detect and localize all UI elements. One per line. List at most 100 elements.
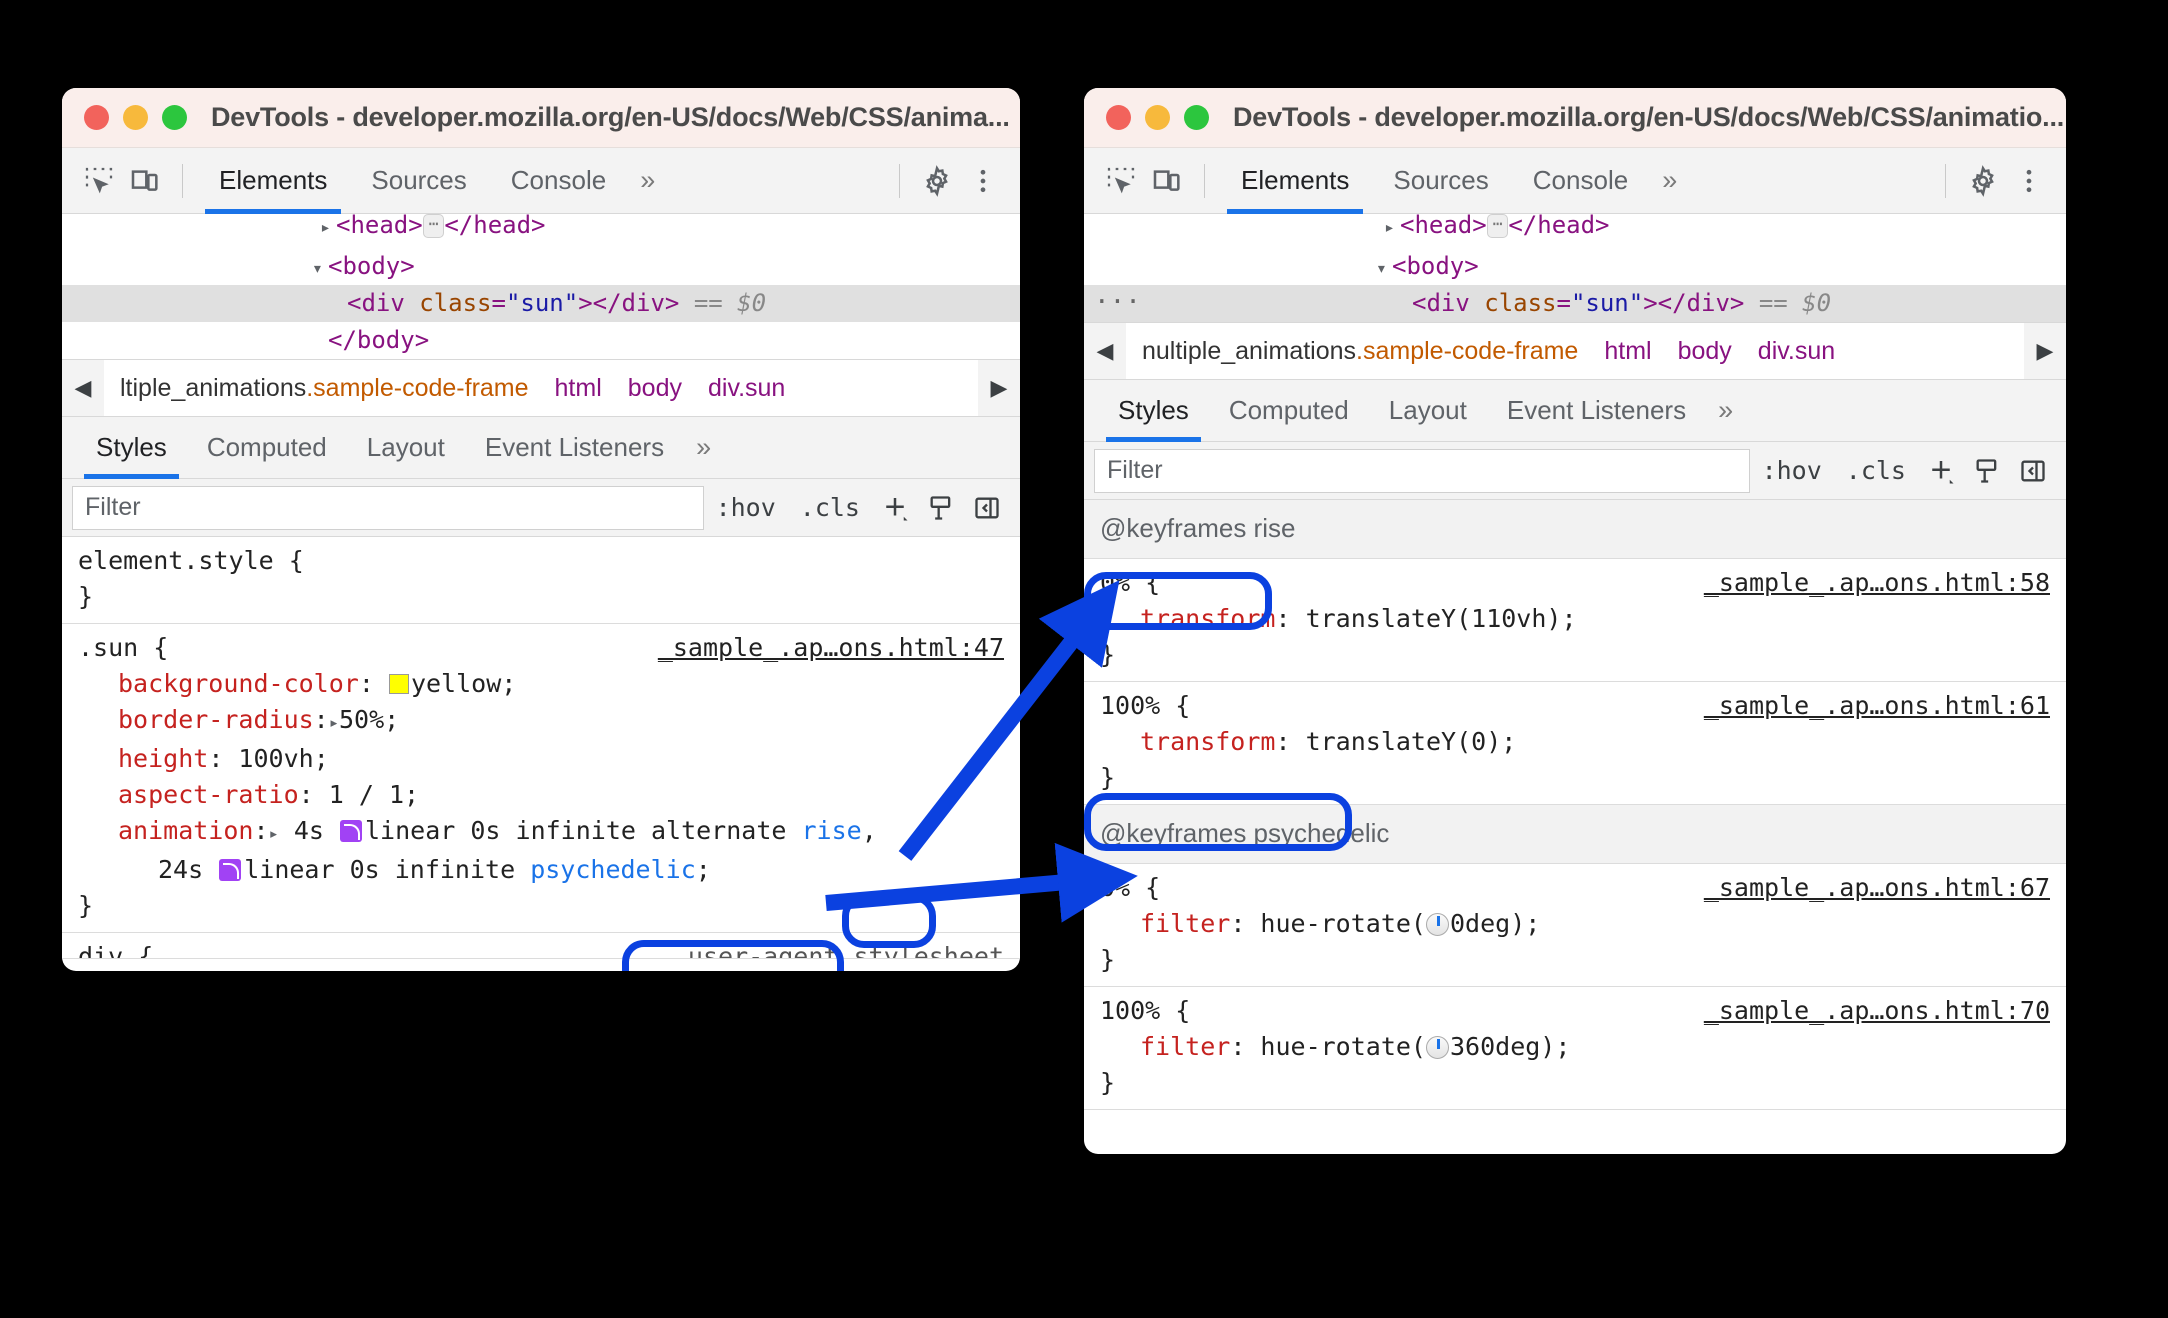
property-name[interactable]: filter xyxy=(1140,1032,1230,1061)
declaration-animation-continuation[interactable]: 24s linear 0s infinite psychedelic; xyxy=(62,852,1020,888)
dom-row-body-close[interactable]: </body> xyxy=(62,322,1020,359)
breadcrumb-left[interactable]: ◀ ltiple_animations.sample-code-frame ht… xyxy=(62,359,1020,417)
expand-shorthand-icon[interactable]: ▸ xyxy=(329,713,339,733)
plus-new-rule-icon[interactable] xyxy=(1918,449,1964,493)
pane-tab-styles[interactable]: Styles xyxy=(76,417,187,479)
close-window-button[interactable] xyxy=(1106,105,1131,130)
pane-tab-computed[interactable]: Computed xyxy=(1209,380,1369,441)
title-bar-left[interactable]: DevTools - developer.mozilla.org/en-US/d… xyxy=(62,88,1020,148)
devtools-toolbar-right[interactable]: Elements Sources Console » xyxy=(1084,148,2066,214)
easing-curve-icon[interactable] xyxy=(340,820,362,842)
more-tabs-chevron-icon[interactable]: » xyxy=(1650,165,1689,196)
declaration-border-radius[interactable]: border-radius:▸50%; xyxy=(62,702,1020,741)
pane-tab-computed[interactable]: Computed xyxy=(187,417,347,478)
pane-tab-styles[interactable]: Styles xyxy=(1098,380,1209,442)
angle-dial-icon[interactable] xyxy=(1426,1036,1449,1059)
property-name[interactable]: background-color xyxy=(118,669,359,698)
tab-sources[interactable]: Sources xyxy=(349,148,488,213)
declaration-height[interactable]: height: 100vh; xyxy=(62,741,1020,777)
maximize-window-button[interactable] xyxy=(162,105,187,130)
gear-icon[interactable] xyxy=(914,158,960,204)
declaration-transform[interactable]: transform: translateY(110vh); xyxy=(1084,601,2066,637)
property-value[interactable]: 1 / 1 xyxy=(329,780,404,809)
property-value[interactable]: yellow xyxy=(411,669,501,698)
breadcrumb-item-div-sun[interactable]: div.sun xyxy=(1758,337,1835,366)
device-toolbar-icon[interactable] xyxy=(1144,158,1190,204)
devtools-window-right[interactable]: DevTools - developer.mozilla.org/en-US/d… xyxy=(1084,88,2066,1154)
breadcrumb-item-frame[interactable]: ltiple_animations.sample-code-frame xyxy=(120,374,529,403)
dom-row-div-sun[interactable]: ··· <div class="sun"></div> == $0 xyxy=(1084,285,2066,322)
property-name[interactable]: height xyxy=(118,744,208,773)
inspect-element-icon[interactable] xyxy=(76,158,122,204)
collapsed-content-badge[interactable]: ⋯ xyxy=(422,214,445,238)
rule-sun[interactable]: .sun { _sample_.ap…ons.html:47 backgroun… xyxy=(62,624,1020,933)
toolbar-right-left[interactable] xyxy=(885,158,1006,204)
tab-console[interactable]: Console xyxy=(1511,148,1650,213)
pane-tab-event-listeners[interactable]: Event Listeners xyxy=(1487,380,1706,441)
declaration-filter[interactable]: filter: hue-rotate(0deg); xyxy=(1084,906,2066,942)
styles-filter-bar-right[interactable]: :hov .cls xyxy=(1084,442,2066,500)
keyframes-rise-header[interactable]: @keyframes rise xyxy=(1084,500,2066,559)
keyframe-selector[interactable]: 0% { _sample_.ap…ons.html:58 xyxy=(1084,565,2066,601)
keyframe-psychedelic-0[interactable]: 0% { _sample_.ap…ons.html:67 filter: hue… xyxy=(1084,864,2066,987)
collapse-triangle-icon[interactable]: ▾ xyxy=(312,250,328,287)
toggle-sidebar-icon[interactable] xyxy=(964,486,1010,530)
devtools-toolbar-left[interactable]: Elements Sources Console » xyxy=(62,148,1020,214)
close-window-button[interactable] xyxy=(84,105,109,130)
kebab-menu-icon[interactable] xyxy=(960,158,1006,204)
print-styles-icon[interactable] xyxy=(918,486,964,530)
pane-more-tabs-chevron-icon[interactable]: » xyxy=(684,432,723,463)
panel-tabs-right[interactable]: Elements Sources Console » xyxy=(1219,148,1689,214)
property-name[interactable]: transform xyxy=(1140,727,1275,756)
expand-triangle-icon[interactable]: ▸ xyxy=(1384,218,1400,238)
styles-filter-bar-left[interactable]: :hov .cls xyxy=(62,479,1020,537)
plus-new-rule-icon[interactable] xyxy=(872,486,918,530)
pane-tab-layout[interactable]: Layout xyxy=(1369,380,1487,441)
hov-toggle-button[interactable]: :hov xyxy=(1750,456,1834,485)
rule-element-style[interactable]: element.style { } xyxy=(62,537,1020,624)
declaration-filter[interactable]: filter: hue-rotate(360deg); xyxy=(1084,1029,2066,1065)
window-controls-right[interactable] xyxy=(1106,105,1209,130)
filter-input[interactable] xyxy=(1094,448,1750,493)
breadcrumb-item-div-sun[interactable]: div.sun xyxy=(708,374,785,403)
cls-toggle-button[interactable]: .cls xyxy=(788,493,872,522)
print-styles-icon[interactable] xyxy=(1964,449,2010,493)
rule-source-link[interactable]: _sample_.ap…ons.html:61 xyxy=(1704,688,2050,724)
hov-toggle-button[interactable]: :hov xyxy=(704,493,788,522)
minimize-window-button[interactable] xyxy=(1145,105,1170,130)
breadcrumb-back-icon[interactable]: ◀ xyxy=(1084,338,1126,364)
dom-row-div-sun[interactable]: <div class="sun"></div> == $0 xyxy=(62,285,1020,322)
collapse-triangle-icon[interactable]: ▾ xyxy=(1376,250,1392,287)
breadcrumb-right[interactable]: ◀ nultiple_animations.sample-code-frame … xyxy=(1084,322,2066,380)
dom-row-body-open[interactable]: ▾ <body> xyxy=(1084,248,2066,285)
property-name[interactable]: border-radius xyxy=(118,705,314,734)
tab-sources[interactable]: Sources xyxy=(1371,148,1510,213)
angle-dial-icon[interactable] xyxy=(1426,913,1449,936)
tab-console[interactable]: Console xyxy=(489,148,628,213)
rule-selector[interactable]: element.style { xyxy=(62,543,1020,579)
rule-div-useragent[interactable]: div { user-agent stylesheet xyxy=(62,933,1020,959)
devtools-window-left[interactable]: DevTools - developer.mozilla.org/en-US/d… xyxy=(62,88,1020,971)
declaration-background-color[interactable]: background-color: yellow; xyxy=(62,666,1020,702)
keyframe-selector[interactable]: 0% { _sample_.ap…ons.html:67 xyxy=(1084,870,2066,906)
filter-input[interactable] xyxy=(72,485,704,530)
breadcrumb-item-html[interactable]: html xyxy=(1604,337,1651,366)
more-tabs-chevron-icon[interactable]: » xyxy=(628,165,667,196)
keyframe-rise-100[interactable]: 100% { _sample_.ap…ons.html:61 transform… xyxy=(1084,682,2066,805)
rule-selector[interactable]: .sun { _sample_.ap…ons.html:47 xyxy=(62,630,1020,666)
styles-rules-right[interactable]: @keyframes rise 0% { _sample_.ap…ons.htm… xyxy=(1084,500,2066,1110)
rule-source-link[interactable]: _sample_.ap…ons.html:67 xyxy=(1704,870,2050,906)
tab-elements[interactable]: Elements xyxy=(1219,148,1371,214)
property-value[interactable]: 100vh xyxy=(238,744,313,773)
property-name[interactable]: filter xyxy=(1140,909,1230,938)
window-controls-left[interactable] xyxy=(84,105,187,130)
inspect-element-icon[interactable] xyxy=(1098,158,1144,204)
breadcrumb-items-left[interactable]: ltiple_animations.sample-code-frame html… xyxy=(104,360,978,416)
breadcrumb-forward-icon[interactable]: ▶ xyxy=(978,375,1020,401)
styles-rules-left[interactable]: element.style { } .sun { _sample_.ap…ons… xyxy=(62,537,1020,959)
panel-tabs-left[interactable]: Elements Sources Console » xyxy=(197,148,667,214)
keyframe-selector[interactable]: 100% { _sample_.ap…ons.html:70 xyxy=(1084,993,2066,1029)
color-swatch[interactable] xyxy=(388,674,409,694)
toolbar-right-right[interactable] xyxy=(1931,158,2052,204)
sidebar-pane-tabs-right[interactable]: Styles Computed Layout Event Listeners » xyxy=(1084,380,2066,442)
